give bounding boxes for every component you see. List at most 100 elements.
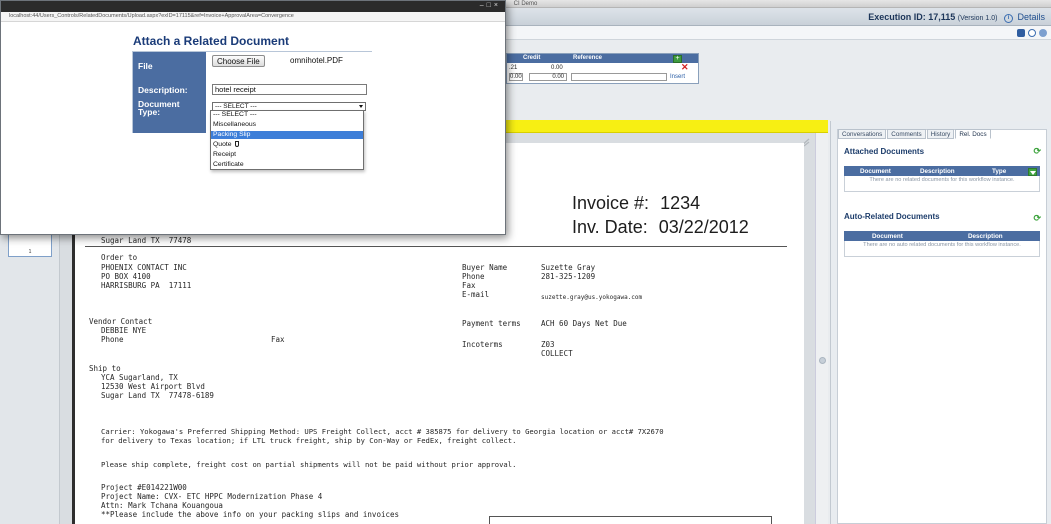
fax-label: Fax [462,281,476,290]
delete-row-icon[interactable]: ✕ [681,62,689,73]
ship-complete-note: Please ship complete, freight cost on pa… [101,460,517,469]
tab-rel-docs[interactable]: Rel. Docs [955,129,991,139]
project-line-1: Project #E014221W00 [101,483,187,492]
attached-col-document: Document [860,168,891,175]
file-label: File [133,52,206,80]
attached-col-description: Description [920,168,955,175]
refresh-auto-icon[interactable]: ⟳ [1033,213,1041,224]
document-type-selected: --- SELECT --- [215,103,257,110]
email-label: E-mail [462,290,490,299]
incoterms-1: Z03 [541,340,555,349]
description-cell: hotel receipt [206,80,372,100]
mouse-cursor-icon [234,141,239,147]
invoice-date-line: Inv. Date: 03/22/2012 [572,217,749,238]
gl-coding-grid: Credit Reference .21 0.00 0.00 0.00 + ✕ … [506,53,699,84]
attached-empty-message: There are no related documents for this … [844,176,1040,192]
bottom-table-outline [489,516,772,524]
insert-link[interactable]: Insert [670,74,685,80]
order-to-label: Order to [101,253,138,262]
phone-label: Phone [462,272,485,281]
vendor-contact: DEBBIE NYE [101,326,147,335]
option-miscellaneous[interactable]: Miscellaneous [211,121,363,129]
invoice-date-label: Inv. Date: [572,217,648,237]
row1-credit: 0.00 [551,65,563,71]
buyer-email: suzette.gray@us.yokogawa.com [541,294,643,301]
row2-reference-input[interactable] [571,73,667,81]
print-icon[interactable] [1028,29,1036,37]
insert-controls: + ✕ Insert [667,54,699,84]
option-select[interactable]: --- SELECT --- [211,111,363,119]
row2-credit-input[interactable]: 0.00 [529,73,567,81]
invoice-date: 03/22/2012 [658,217,749,237]
tab-comments[interactable]: Comments [887,129,926,139]
document-type-options: --- SELECT --- Miscellaneous Packing Sli… [210,110,364,170]
details-link[interactable]: Details [1017,12,1045,22]
choose-file-button[interactable]: Choose File [212,55,265,67]
payment-terms-label: Payment terms [462,319,521,328]
dialog-url-bar: localhost:44/Users_Controls/RelatedDocum… [1,12,505,22]
help-icon[interactable] [1039,29,1047,37]
description-input[interactable]: hotel receipt [212,84,367,95]
panel-tabs: Conversations Comments History Rel. Docs [838,129,992,140]
order-to-line-3: HARRISBURG PA 17111 [101,281,192,290]
attach-document-dialog: –□× localhost:44/Users_Controls/RelatedD… [0,0,506,235]
dialog-title: Attach a Related Document [133,34,290,48]
chevron-down-icon [359,105,363,108]
tab-conversations[interactable]: Conversations [838,129,887,139]
auto-col-document: Document [872,233,903,240]
attached-col-type: Type [992,168,1007,175]
payment-terms: ACH 60 Days Net Due [541,319,627,328]
refresh-attached-icon[interactable]: ⟳ [1033,146,1041,157]
ship-to-line-3: Sugar Land TX 77478-6189 [101,391,214,400]
incoterms-2: COLLECT [541,349,573,358]
selected-file-name: omnihotel.PDF [290,56,343,65]
buyer-name: Suzette Gray [541,263,596,272]
divider [85,246,787,247]
execution-info: Execution ID: 17,115 (Version 1.0) i Det… [868,12,1045,23]
col-credit: Credit [523,55,541,61]
dialog-titlebar: –□× [1,1,505,12]
app-window: CI Demo Execution ID: 17,115 (Version 1.… [0,0,1051,524]
save-icon[interactable] [1017,29,1025,37]
option-quote-label: Quote [213,141,232,148]
col-reference: Reference [573,55,603,61]
vendor-contact-label: Vendor Contact [89,317,153,326]
vendor-fax-label: Fax [271,335,285,344]
add-document-icon[interactable] [1028,168,1037,176]
description-label: Description: [133,80,206,100]
vendor-phone-label: Phone [101,335,124,344]
carrier-note-2: for delivery to Texas location; if LTL t… [101,436,517,445]
project-line-4: **Please include the above info on your … [101,510,400,519]
carrier-note-1: Carrier: Yokogawa's Preferred Shipping M… [101,427,664,436]
row2-debit-input[interactable]: 0.00 [509,73,523,81]
dialog-window-controls[interactable]: –□× [480,2,501,9]
ship-to-line-1: YCA Sugarland, TX [101,373,178,382]
buyer-phone: 281-325-1209 [541,272,596,281]
incoterms-label: Incoterms [462,340,503,349]
tab-history[interactable]: History [926,129,955,139]
version-label: (Version 1.0) [957,15,998,22]
document-type-label-text: Document Type: [138,99,180,117]
option-receipt[interactable]: Receipt [211,151,363,159]
side-panel: Conversations Comments History Rel. Docs At… [830,121,1051,524]
invoice-number-label: Invoice #: [572,193,650,213]
row1-partial: .21 [509,65,518,71]
info-icon[interactable]: i [1003,14,1013,23]
project-line-3: Attn: Mark Tchana Kouangoua [101,501,223,510]
option-quote[interactable]: Quote [211,141,363,149]
option-packing-slip[interactable]: Packing Slip [211,131,363,139]
invoice-number: 1234 [660,193,701,213]
buyer-name-label: Buyer Name [462,263,508,272]
invoice-number-line: Invoice #: 1234 [572,193,700,214]
thumbnail-page-number: 1 [28,249,32,255]
order-to-line-1: PHOENIX CONTACT INC [101,263,187,272]
document-type-label: Document Type: [133,100,206,133]
option-certificate[interactable]: Certificate [211,161,363,169]
attached-documents-title: Attached Documents [844,147,925,156]
file-cell: Choose File omnihotel.PDF [206,52,372,80]
auto-grid-header: Document Description [844,231,1040,241]
ship-to-label: Ship to [89,364,121,373]
collapse-handle-icon[interactable] [819,357,826,364]
partial-address: Sugar Land TX 77478 [101,236,192,245]
viewer-scrollbar[interactable] [815,133,828,524]
